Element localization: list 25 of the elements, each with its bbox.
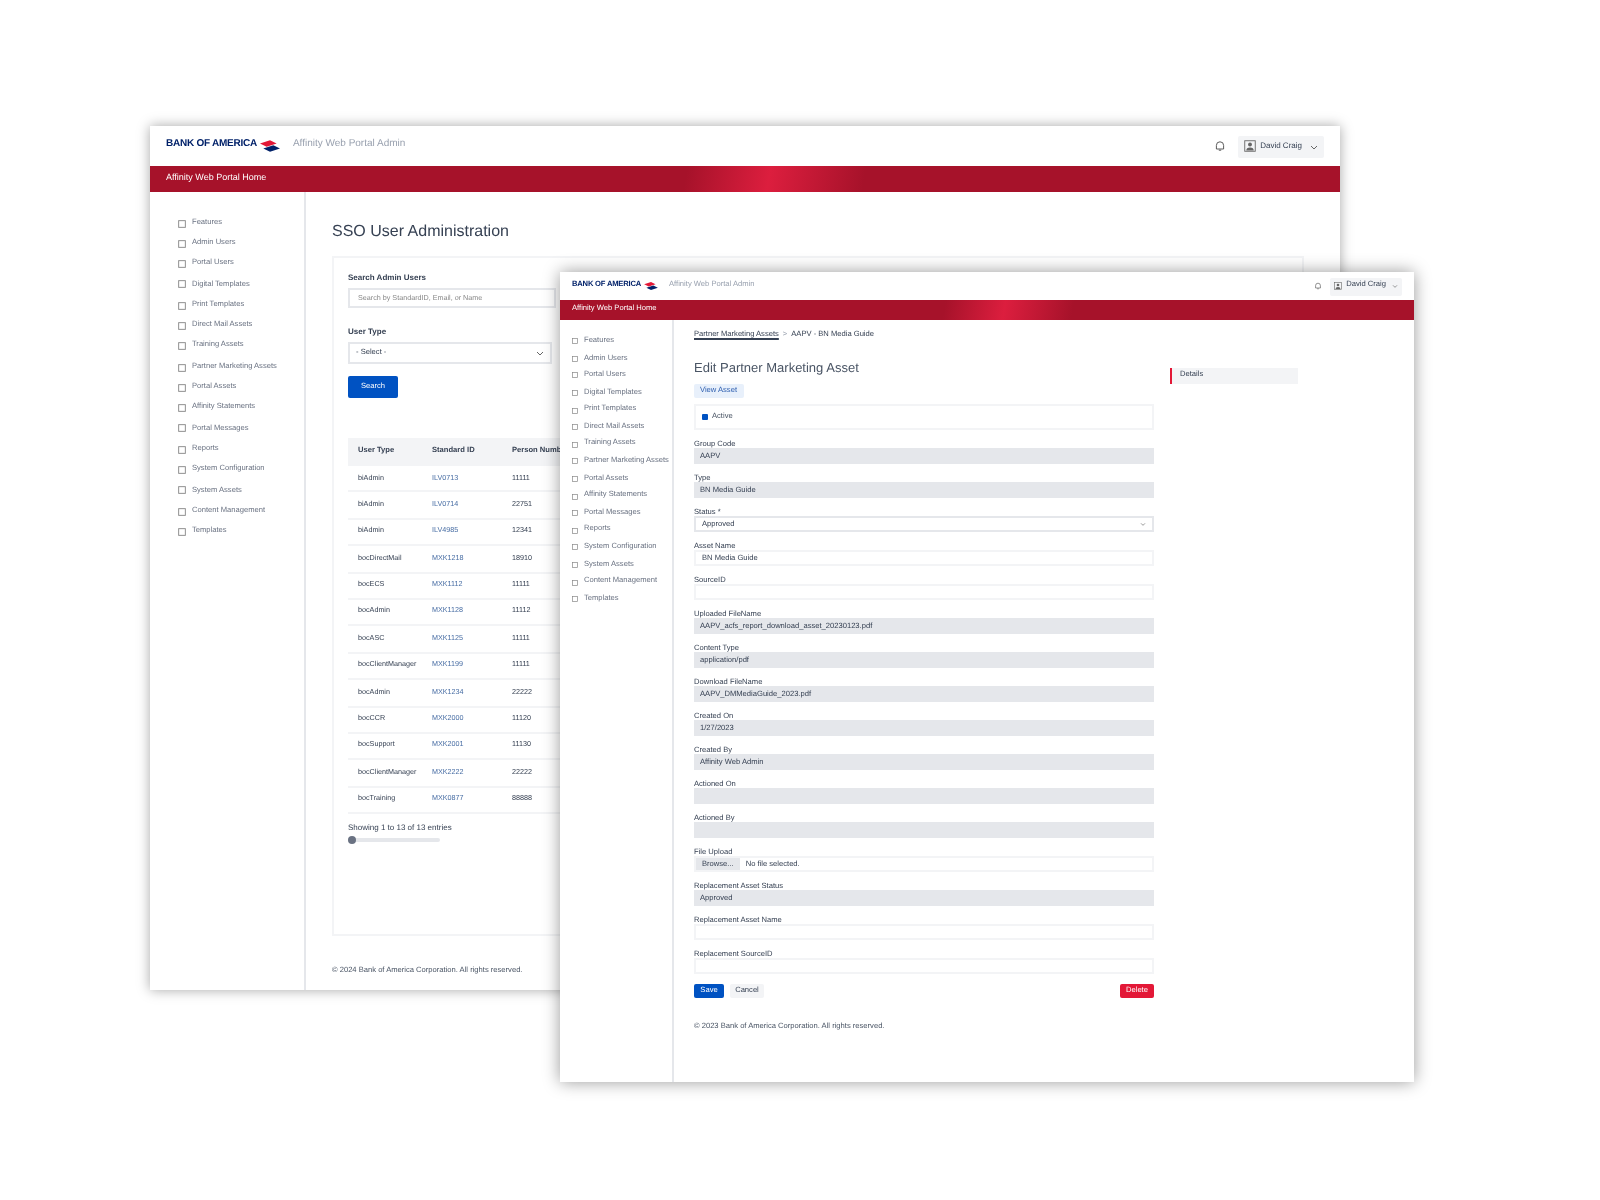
square-icon bbox=[178, 383, 186, 392]
square-icon bbox=[178, 219, 186, 227]
square-icon bbox=[178, 321, 186, 330]
active-checkbox[interactable] bbox=[702, 414, 708, 421]
bell-icon bbox=[1214, 140, 1227, 152]
square-icon bbox=[178, 363, 186, 372]
square-icon bbox=[178, 342, 186, 351]
square-icon bbox=[178, 260, 186, 269]
flag-logo-icon bbox=[260, 140, 281, 152]
square-icon bbox=[178, 424, 186, 433]
avatar-icon bbox=[1334, 282, 1343, 290]
page-title: SSO User Administration bbox=[332, 220, 511, 244]
square-icon bbox=[178, 280, 186, 289]
square-icon bbox=[178, 445, 186, 454]
square-icon bbox=[178, 239, 186, 248]
bell-icon bbox=[1314, 282, 1323, 290]
square-icon bbox=[178, 466, 186, 475]
caret-icon bbox=[1392, 284, 1398, 288]
avatar-icon bbox=[1244, 140, 1257, 152]
flag-logo-icon bbox=[643, 282, 658, 290]
square-icon bbox=[178, 507, 186, 516]
square-icon bbox=[178, 301, 186, 310]
square-icon bbox=[178, 486, 186, 495]
square-icon bbox=[178, 404, 186, 413]
square-icon bbox=[178, 527, 186, 536]
